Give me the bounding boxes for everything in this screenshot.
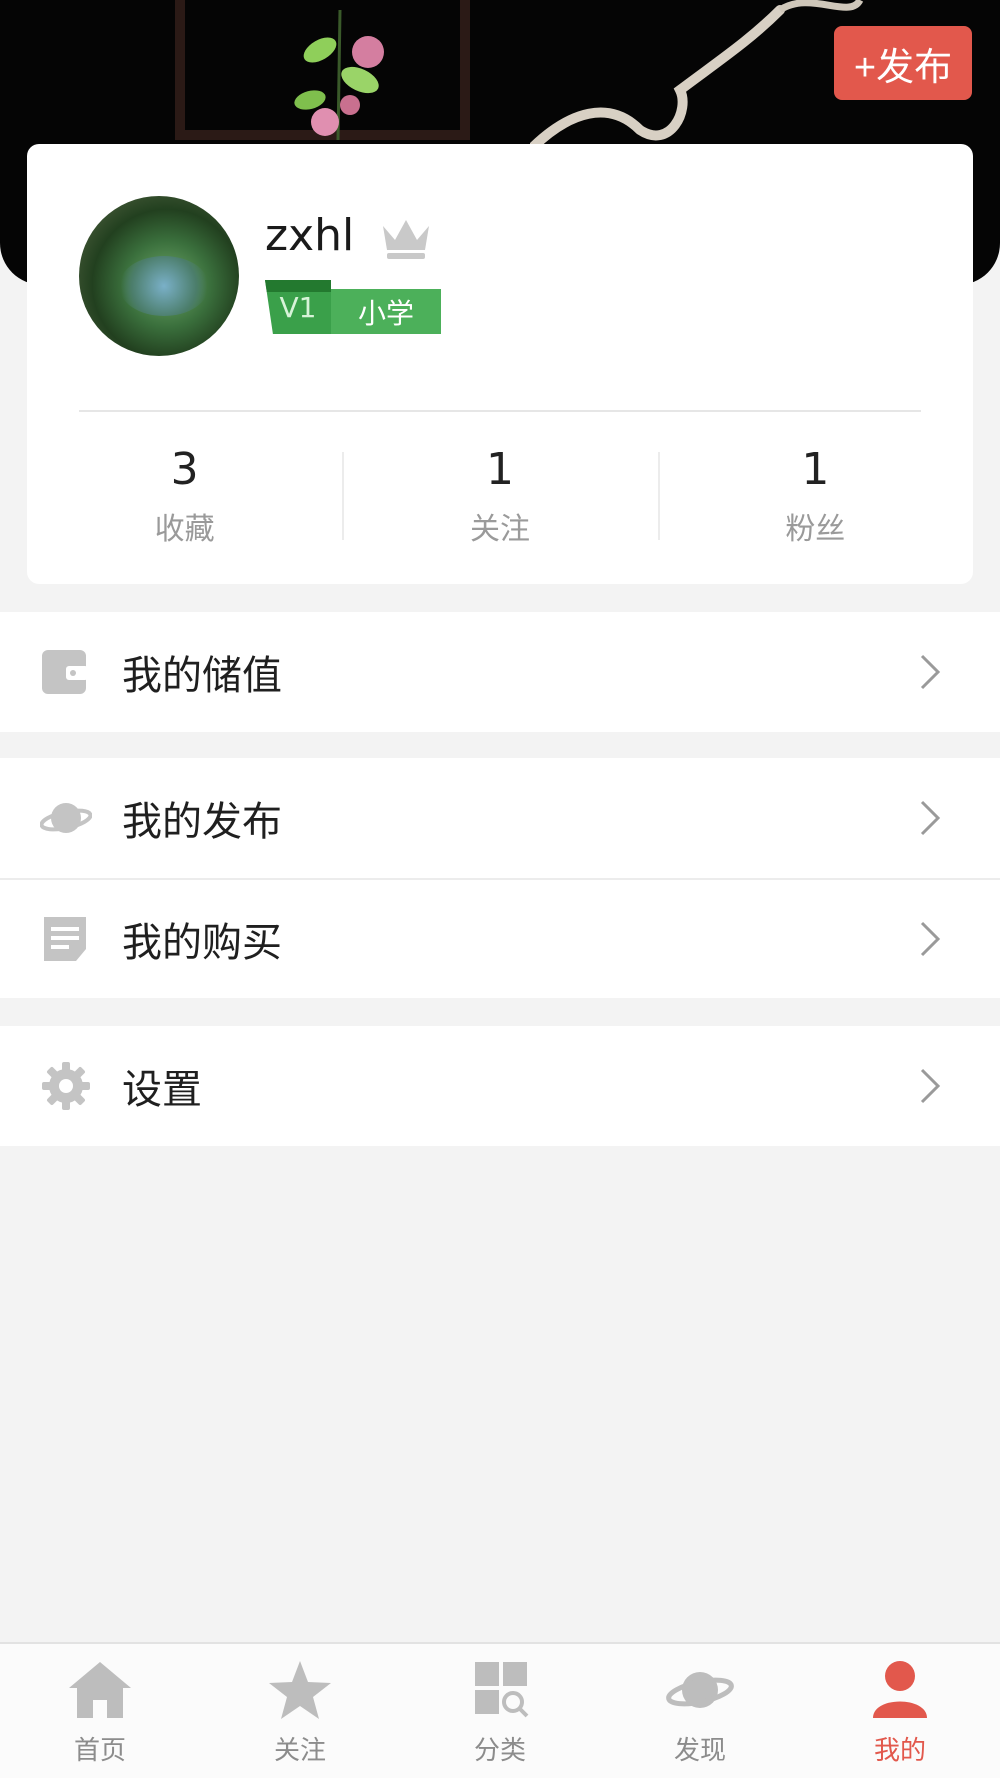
chevron-right-icon (920, 1068, 941, 1104)
home-icon (69, 1662, 131, 1718)
menu-label: 我的发布 (122, 799, 282, 845)
tab-label: 关注 (273, 1736, 326, 1766)
stat-value: 1 (801, 444, 830, 495)
publish-button[interactable]: +发布 (834, 26, 972, 100)
menu-label: 我的储值 (122, 653, 282, 699)
chevron-right-icon (920, 654, 941, 690)
document-icon (44, 917, 86, 961)
user-icon (873, 1661, 927, 1718)
stat-value: 1 (485, 444, 514, 495)
menu-item-my-publish[interactable]: 我的发布 (0, 758, 1000, 878)
tab-label: 首页 (73, 1736, 126, 1766)
tab-home[interactable]: 首页 (0, 1644, 200, 1778)
level-badge: V1 小学 (265, 280, 441, 334)
username: zxhl (265, 210, 355, 261)
bottom-tab-bar: 首页 关注 分类 发现 我的 (0, 1642, 1000, 1778)
stat-label: 粉丝 (785, 512, 846, 547)
tab-label: 分类 (473, 1736, 526, 1766)
planet-icon (666, 1672, 734, 1708)
tab-mine[interactable]: 我的 (800, 1644, 1000, 1778)
stat-fans[interactable]: 1 粉丝 (657, 444, 973, 547)
tab-label: 我的 (873, 1736, 926, 1766)
wallet-icon (42, 650, 88, 694)
menu-group-settings: 设置 (0, 1026, 1000, 1146)
stat-label: 收藏 (154, 512, 215, 547)
gear-icon (42, 1062, 90, 1110)
chevron-right-icon (920, 921, 941, 957)
crown-icon (383, 220, 429, 259)
stat-favorites[interactable]: 3 收藏 (27, 444, 342, 547)
menu-item-my-purchase[interactable]: 我的购买 (0, 878, 1000, 998)
menu-item-wallet[interactable]: 我的储值 (0, 612, 1000, 732)
star-icon (269, 1661, 331, 1719)
category-icon (475, 1662, 529, 1718)
tab-discover[interactable]: 发现 (600, 1644, 800, 1778)
profile-card: zxhl V1 小学 3 收藏 1 关注 1 粉丝 (27, 144, 973, 584)
flower-decoration (294, 10, 384, 140)
tab-label: 发现 (673, 1736, 726, 1766)
card-divider (79, 410, 921, 412)
avatar[interactable] (79, 196, 239, 356)
planet-icon (40, 803, 92, 833)
level-code: V1 (265, 280, 331, 334)
profile-page: +发布 zxhl V1 小学 3 收藏 1 关注 1 粉丝 我的储值 我的发布 … (0, 0, 1000, 1778)
stat-following[interactable]: 1 关注 (342, 444, 657, 547)
menu-item-settings[interactable]: 设置 (0, 1026, 1000, 1146)
stats-row: 3 收藏 1 关注 1 粉丝 (27, 444, 973, 547)
stat-value: 3 (170, 444, 199, 495)
tab-follow[interactable]: 关注 (200, 1644, 400, 1778)
level-name: 小学 (331, 289, 441, 334)
avatar-image-detail (119, 256, 209, 316)
stat-label: 关注 (469, 512, 530, 547)
chevron-right-icon (920, 800, 941, 836)
menu-group-content: 我的发布 我的购买 (0, 758, 1000, 998)
menu-label: 设置 (122, 1067, 202, 1113)
tab-category[interactable]: 分类 (400, 1644, 600, 1778)
menu-group-wallet: 我的储值 (0, 612, 1000, 732)
menu-label: 我的购买 (122, 920, 282, 966)
